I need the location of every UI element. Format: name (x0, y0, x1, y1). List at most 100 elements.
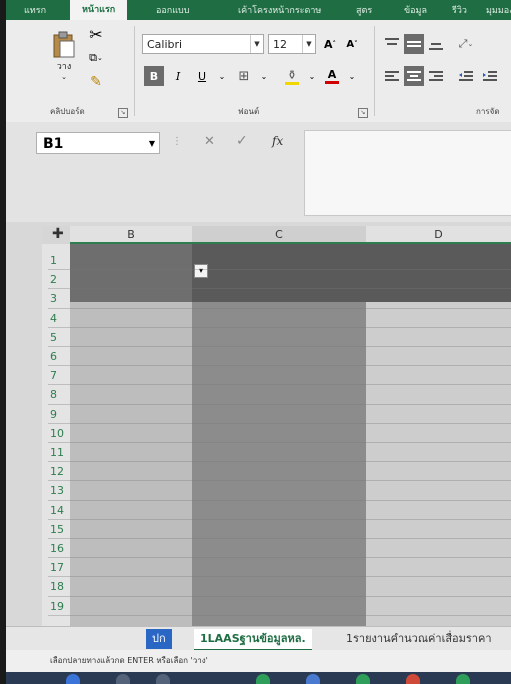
selected-cell-b1[interactable] (70, 244, 192, 302)
cut-button[interactable]: ✂ (86, 24, 106, 44)
row-header[interactable]: 16 (42, 542, 70, 555)
row-header[interactable]: 15 (42, 523, 70, 536)
row-gridline (48, 288, 511, 289)
row-header[interactable]: 10 (42, 427, 70, 440)
tab-formulas[interactable]: สูตร (356, 3, 372, 17)
fill-color-button[interactable]: ⚱ (282, 66, 302, 86)
row-header[interactable]: 2 (42, 273, 70, 286)
underline-button[interactable]: U (192, 66, 212, 86)
tab-data[interactable]: ข้อมูล (404, 3, 427, 17)
chevron-down-icon: ▼ (148, 139, 155, 148)
select-all-icon: ✚ (52, 226, 64, 242)
orientation-button[interactable]: ⤢ ⌄ (456, 34, 476, 54)
chevron-down-icon: ⌄ (96, 54, 103, 62)
font-name-select[interactable]: Calibri ▼ (142, 34, 264, 54)
enter-icon[interactable]: ✓ (236, 133, 248, 149)
tab-insert-left[interactable]: แทรก (24, 3, 46, 17)
grow-font-icon: A (323, 37, 333, 51)
copy-icon: ⧉ (89, 51, 97, 64)
more-options-icon: ⋮ (172, 136, 182, 147)
row-header[interactable]: 12 (42, 465, 70, 478)
font-color-dropdown[interactable]: ⌄ (342, 66, 362, 86)
divider (134, 26, 135, 116)
chevron-down-icon: ⌄ (218, 71, 226, 81)
underline-dropdown[interactable]: ⌄ (212, 66, 232, 86)
select-all-corner[interactable]: ✚ (42, 226, 70, 244)
start-icon[interactable] (66, 674, 80, 684)
row-header[interactable]: 18 (42, 580, 70, 593)
tab-design[interactable]: ออกแบบ (156, 3, 190, 17)
font-launcher-icon[interactable]: ↘ (358, 108, 368, 118)
copy-button[interactable]: ⧉ ⌄ (86, 48, 106, 68)
row-header[interactable]: 1 (42, 254, 70, 267)
filter-dropdown-icon[interactable]: ▾ (194, 264, 208, 278)
formula-input[interactable] (304, 130, 511, 216)
tab-page-layout[interactable]: เค้าโครงหน้ากระดาษ (238, 3, 321, 17)
app-icon[interactable] (406, 674, 420, 684)
app-icon[interactable] (256, 674, 270, 684)
align-right-button[interactable] (426, 66, 446, 86)
tab-home[interactable]: หน้าแรก (70, 0, 128, 20)
font-size-select[interactable]: 12 ▼ (268, 34, 316, 54)
app-icon[interactable] (456, 674, 470, 684)
paste-button[interactable]: วาง ⌄ (46, 26, 82, 86)
borders-button[interactable]: ⊞ (234, 66, 254, 86)
row-gridline (48, 500, 511, 501)
insert-function-icon[interactable]: fx (272, 134, 283, 148)
fill-color-dropdown[interactable]: ⌄ (302, 66, 322, 86)
increase-indent-button[interactable] (480, 66, 500, 86)
row-header[interactable]: 9 (42, 408, 70, 421)
grow-font-button[interactable]: A ˄ (320, 34, 340, 54)
decrease-indent-button[interactable] (456, 66, 476, 86)
row-header[interactable]: 8 (42, 388, 70, 401)
name-box[interactable]: B1 ▼ (36, 132, 160, 154)
sheet-tab-bar: ปก 1LAASฐานข้อมูลหล. 1รายงานคำนวณค่าเสื่… (6, 626, 511, 651)
font-color-icon: A (327, 67, 337, 81)
cancel-icon[interactable]: ✕ (204, 134, 215, 149)
font-size-value: 12 (273, 38, 287, 51)
borders-icon: ⊞ (238, 68, 250, 84)
bold-button[interactable]: B (144, 66, 164, 86)
align-bottom-button[interactable] (426, 34, 446, 54)
row-header[interactable]: 14 (42, 504, 70, 517)
tab-review[interactable]: รีวิว (452, 3, 467, 17)
chevron-down-icon: ⌄ (308, 71, 316, 81)
row-header[interactable]: 11 (42, 446, 70, 459)
row-header[interactable]: 17 (42, 561, 70, 574)
alignment-group-label: การจัด (476, 107, 500, 116)
row-header[interactable]: 4 (42, 312, 70, 325)
search-icon[interactable] (116, 674, 130, 684)
app-icon[interactable] (306, 674, 320, 684)
row-gridline (48, 269, 511, 270)
row-header[interactable]: 5 (42, 331, 70, 344)
row-gridline (48, 442, 511, 443)
font-color-button[interactable]: A (322, 66, 342, 86)
tab-view[interactable]: มุมมอง (486, 3, 511, 17)
sheet-tab-active[interactable]: 1LAASฐานข้อมูลหล. (194, 629, 312, 651)
row-header[interactable]: 7 (42, 369, 70, 382)
align-middle-button[interactable] (404, 34, 424, 54)
row-header[interactable]: 13 (42, 484, 70, 497)
align-top-button[interactable] (382, 34, 402, 54)
row-gridline (48, 576, 511, 577)
row-header[interactable]: 19 (42, 600, 70, 613)
shrink-font-button[interactable]: A ˅ (342, 34, 362, 54)
paste-label: วาง (56, 62, 72, 72)
format-painter-button[interactable]: ✎ (86, 72, 106, 92)
clipboard-launcher-icon[interactable]: ↘ (118, 108, 128, 118)
column-header-c[interactable]: C (192, 226, 366, 244)
row-header[interactable]: 6 (42, 350, 70, 363)
italic-button[interactable]: I (168, 66, 188, 86)
sheet-tab-depreciation[interactable]: 1รายงานคำนวณค่าเสื่อมราคา (340, 629, 498, 649)
task-view-icon[interactable] (156, 674, 170, 684)
font-name-value: Calibri (147, 38, 183, 51)
column-header-d[interactable]: D (366, 226, 511, 244)
borders-dropdown[interactable]: ⌄ (254, 66, 274, 86)
sheet-tab-cover[interactable]: ปก (146, 629, 172, 649)
align-middle-icon (407, 41, 421, 47)
row-header[interactable]: 3 (42, 292, 70, 305)
app-icon[interactable] (356, 674, 370, 684)
align-center-button[interactable] (404, 66, 424, 86)
align-left-button[interactable] (382, 66, 402, 86)
column-header-b[interactable]: B (70, 226, 192, 244)
